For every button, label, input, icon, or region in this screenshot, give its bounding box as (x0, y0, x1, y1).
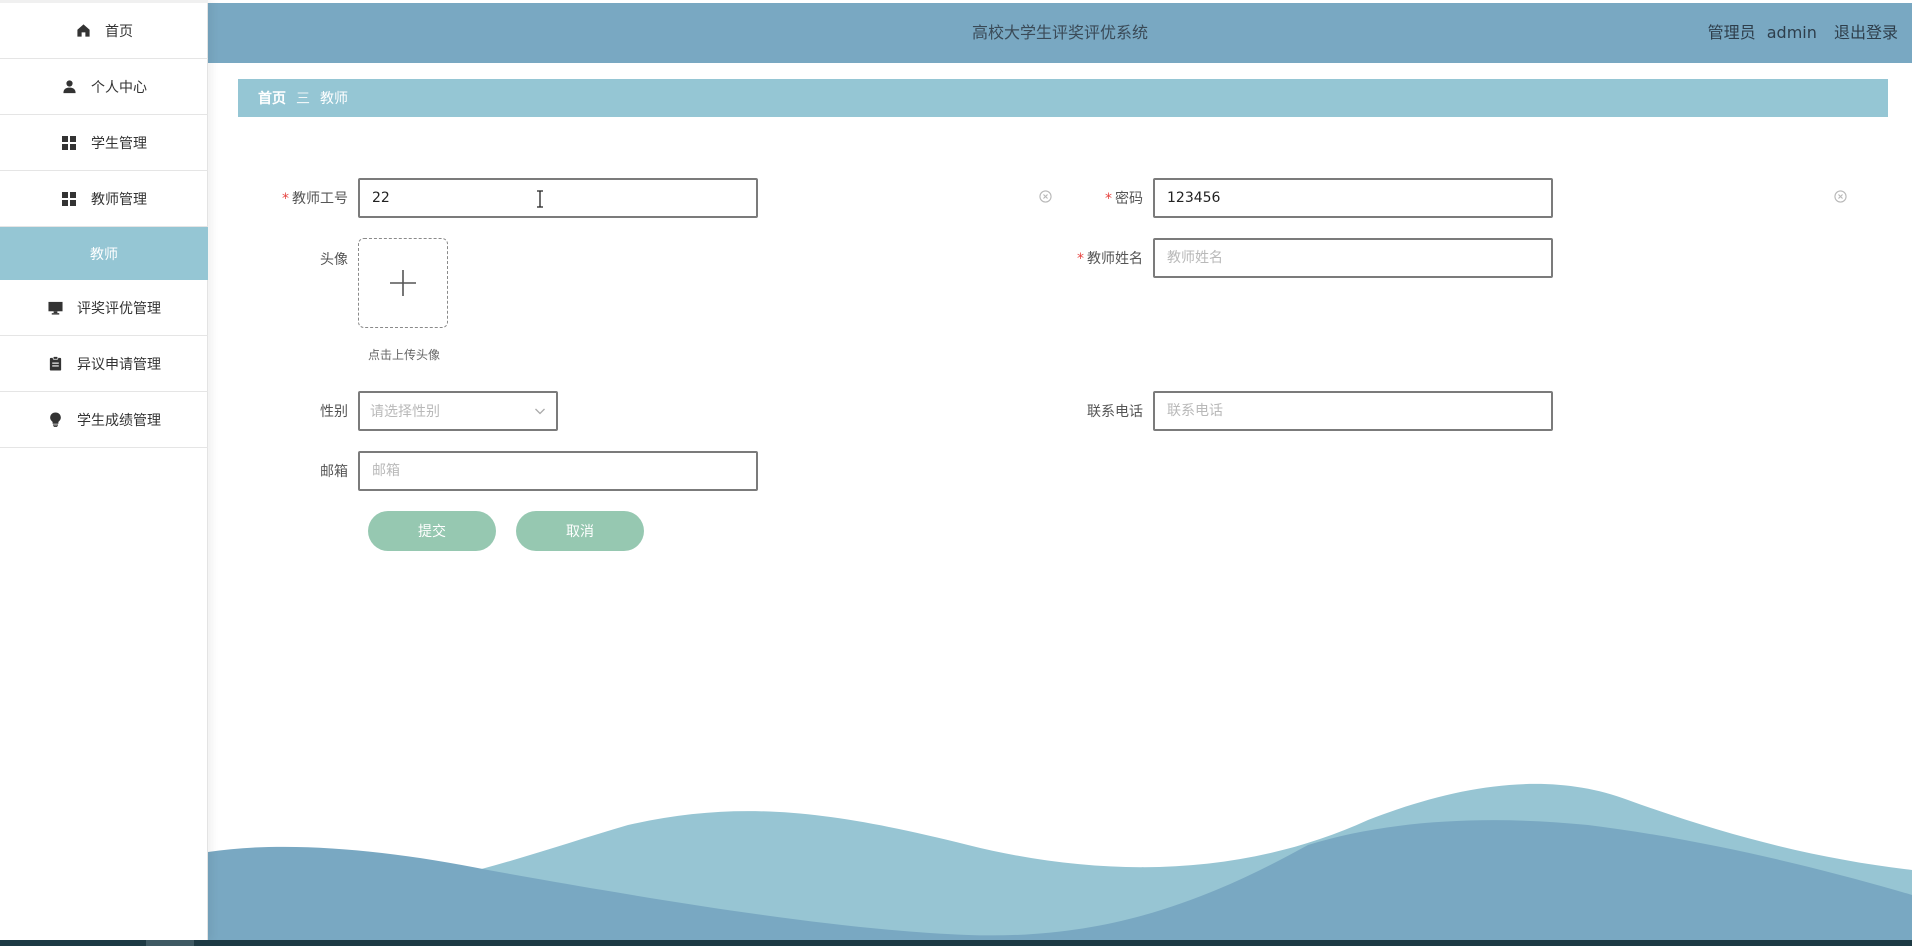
required-mark: * (1105, 191, 1112, 207)
password-input[interactable] (1153, 178, 1553, 218)
email-row: 邮箱 (238, 451, 758, 491)
password-row: * 密码 (1033, 178, 1553, 218)
clipboard-icon (47, 356, 63, 372)
teacher-name-label: * 教师姓名 (1077, 251, 1143, 267)
sidebar-item-teacher-management[interactable]: 教师管理 (0, 171, 208, 227)
taskbar-item[interactable] (146, 940, 194, 946)
teacher-name-input[interactable] (1153, 238, 1553, 278)
home-icon (75, 23, 91, 39)
phone-row: 联系电话 (1033, 391, 1553, 431)
sidebar-item-home[interactable]: 首页 (0, 3, 208, 59)
os-taskbar (0, 940, 1912, 946)
sidebar-menu: 首页 个人中心 学生管理 教师管理 教师 评奖评优管理 异议申请管理 学生成绩管… (0, 3, 208, 448)
sidebar-item-teacher[interactable]: 教师 (0, 227, 208, 280)
password-label: * 密码 (1105, 191, 1143, 207)
teacher-name-row: * 教师姓名 (1033, 238, 1553, 278)
sidebar-item-label: 评奖评优管理 (77, 300, 161, 317)
grid-icon (61, 191, 77, 207)
sidebar-item-score-management[interactable]: 学生成绩管理 (0, 392, 208, 448)
required-mark: * (1077, 251, 1084, 267)
user-icon (61, 79, 77, 95)
breadcrumb-home[interactable]: 首页 (258, 88, 286, 108)
logout-link[interactable]: 退出登录 (1834, 23, 1898, 42)
sidebar-item-profile[interactable]: 个人中心 (0, 59, 208, 115)
sidebar-item-label: 首页 (105, 23, 133, 40)
avatar-upload-tip: 点击上传头像 (368, 348, 441, 362)
gender-row: 性别 请选择性别 (238, 391, 558, 431)
phone-input[interactable] (1153, 391, 1553, 431)
teacher-id-row: * 教师工号 (238, 178, 758, 218)
submit-button[interactable]: 提交 (368, 511, 496, 551)
user-role: 管理员 (1707, 23, 1756, 42)
sidebar-item-label: 个人中心 (91, 79, 147, 96)
gender-select[interactable]: 请选择性别 (358, 391, 558, 431)
gender-label: 性别 (320, 404, 348, 420)
teacher-id-input[interactable] (358, 178, 758, 218)
clear-icon[interactable] (1833, 189, 1847, 203)
gender-select-placeholder: 请选择性别 (370, 404, 440, 420)
breadcrumb-separator: 三 (296, 91, 310, 107)
decorative-waves (208, 783, 1912, 940)
top-header: 高校大学生评奖评优系统 管理员 admin 退出登录 (208, 3, 1912, 63)
avatar-label: 头像 (320, 252, 348, 268)
grid-icon (61, 135, 77, 151)
breadcrumb-current: 教师 (320, 91, 348, 107)
plus-icon (390, 270, 416, 296)
sidebar-item-label: 学生管理 (91, 135, 147, 152)
monitor-icon (47, 300, 63, 316)
sidebar-item-label: 教师 (90, 246, 118, 263)
avatar-row: 头像 (238, 238, 448, 328)
email-input[interactable] (358, 451, 758, 491)
teacher-id-label: * 教师工号 (282, 191, 348, 207)
sidebar-item-label: 异议申请管理 (77, 356, 161, 373)
bulb-icon (47, 412, 63, 428)
text-cursor-icon (535, 190, 545, 212)
cancel-button[interactable]: 取消 (516, 511, 644, 551)
sidebar-item-objection-management[interactable]: 异议申请管理 (0, 336, 208, 392)
sidebar-item-student-management[interactable]: 学生管理 (0, 115, 208, 171)
sidebar: 首页 个人中心 学生管理 教师管理 教师 评奖评优管理 异议申请管理 学生成绩管… (0, 0, 208, 940)
app-title: 高校大学生评奖评优系统 (971, 23, 1148, 42)
username: admin (1766, 23, 1817, 42)
header-user-area: 管理员 admin 退出登录 (1708, 3, 1898, 63)
breadcrumb: 首页 三 教师 (238, 79, 1888, 117)
sidebar-item-label: 学生成绩管理 (77, 412, 161, 429)
email-label: 邮箱 (320, 464, 348, 480)
sidebar-item-label: 教师管理 (91, 191, 147, 208)
avatar-upload-box[interactable] (358, 238, 448, 328)
required-mark: * (282, 191, 289, 207)
phone-label: 联系电话 (1087, 404, 1143, 420)
chevron-down-icon (534, 405, 546, 421)
sidebar-item-award-management[interactable]: 评奖评优管理 (0, 280, 208, 336)
